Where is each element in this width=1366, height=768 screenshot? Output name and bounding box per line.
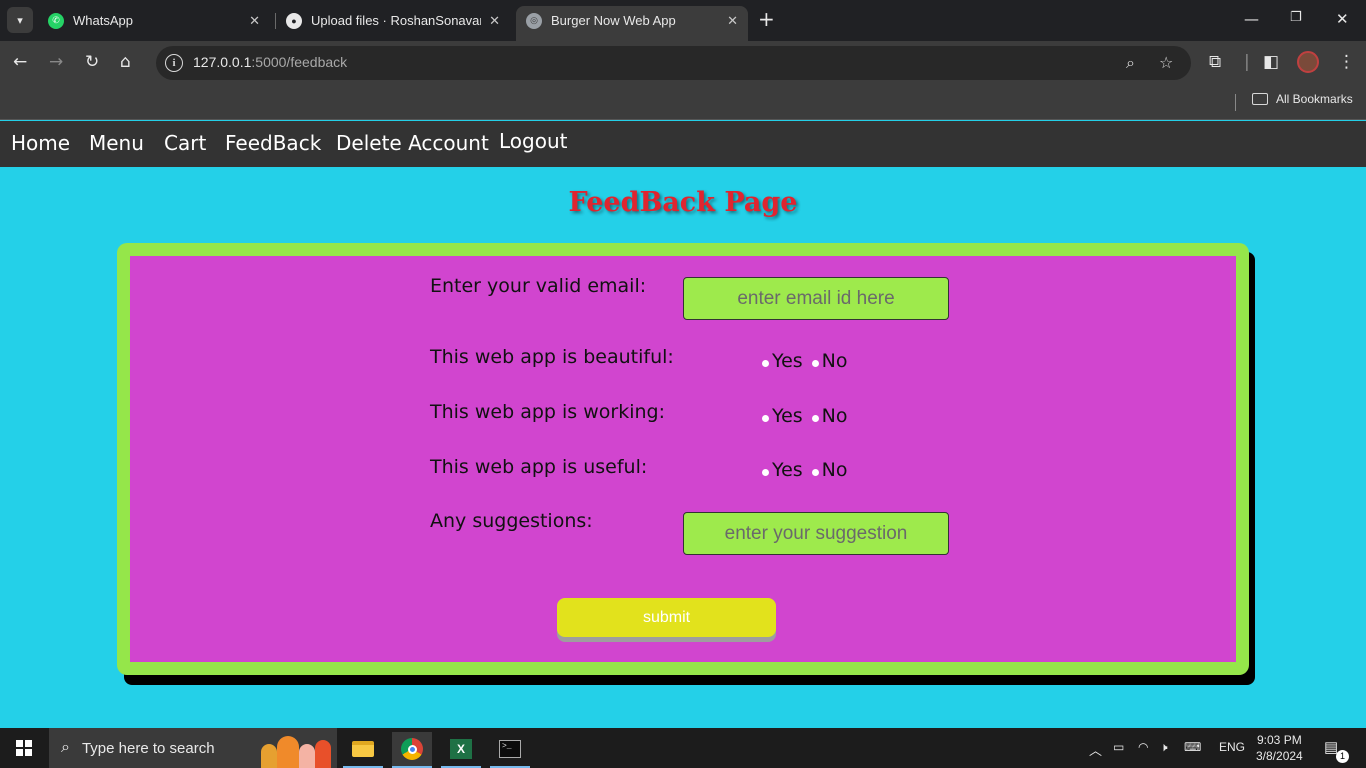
back-icon[interactable]: ← bbox=[13, 52, 27, 72]
minimize-icon[interactable]: — bbox=[1244, 10, 1259, 28]
windows-start-icon[interactable] bbox=[16, 740, 32, 756]
radio-label: No bbox=[821, 459, 848, 481]
menu-kebab-icon[interactable]: ⋮ bbox=[1338, 52, 1355, 72]
radio-dot[interactable] bbox=[762, 359, 769, 367]
beautiful-no-option[interactable]: No bbox=[811, 350, 848, 372]
radio-label: Yes bbox=[772, 405, 803, 427]
search-icon: ⌕ bbox=[61, 739, 70, 756]
radio-dot[interactable] bbox=[762, 468, 769, 476]
tab-whatsapp[interactable]: ✆ WhatsApp ✕ bbox=[38, 6, 270, 35]
excel-icon[interactable]: X bbox=[441, 732, 481, 768]
taskbar-search-label: Type here to search bbox=[81, 739, 215, 757]
notification-badge: 1 bbox=[1336, 750, 1349, 763]
suggestions-label: Any suggestions: bbox=[430, 510, 593, 532]
nav-feedback[interactable]: FeedBack bbox=[225, 131, 321, 155]
browser-tabstrip: ▾ ✆ WhatsApp ✕ ● Upload files · RoshanSo… bbox=[0, 0, 1366, 41]
beautiful-label: This web app is beautiful: bbox=[430, 346, 674, 368]
clock[interactable]: 9:03 PM 3/8/2024 bbox=[1256, 732, 1303, 764]
file-explorer-icon[interactable] bbox=[343, 732, 383, 768]
close-icon[interactable]: ✕ bbox=[249, 13, 260, 29]
feedback-card: Enter your valid email: This web app is … bbox=[117, 243, 1249, 675]
tab-label: Burger Now Web App bbox=[551, 13, 676, 28]
reload-icon[interactable]: ↻ bbox=[85, 52, 99, 72]
bookmarks-divider bbox=[1235, 94, 1236, 111]
battery-icon[interactable]: ▭ bbox=[1113, 740, 1124, 754]
nav-menu[interactable]: Menu bbox=[89, 131, 144, 155]
clock-date: 3/8/2024 bbox=[1256, 749, 1303, 763]
working-no-option[interactable]: No bbox=[811, 405, 848, 427]
submit-button[interactable]: submit bbox=[557, 598, 776, 637]
radio-label: No bbox=[821, 405, 848, 427]
globe-icon: ◎ bbox=[526, 12, 542, 29]
tab-github[interactable]: ● Upload files · RoshanSonavane/ ✕ bbox=[276, 6, 510, 35]
working-yes-option[interactable]: Yes bbox=[762, 405, 803, 427]
zoom-icon[interactable]: ⌕ bbox=[1126, 53, 1135, 73]
wifi-icon[interactable]: ◠ bbox=[1138, 740, 1148, 754]
email-field[interactable] bbox=[683, 277, 949, 320]
radio-dot[interactable] bbox=[762, 414, 769, 422]
radio-label: Yes bbox=[772, 350, 803, 372]
toolbar-divider: | bbox=[1244, 52, 1250, 72]
email-label: Enter your valid email: bbox=[430, 275, 647, 297]
terminal-icon[interactable]: >_ bbox=[490, 732, 530, 768]
bookmarks-bar: All Bookmarks bbox=[0, 85, 1366, 120]
tab-label: WhatsApp bbox=[73, 13, 133, 28]
nav-logout[interactable]: Logout bbox=[499, 129, 567, 153]
radio-dot[interactable] bbox=[811, 414, 819, 422]
working-label: This web app is working: bbox=[430, 401, 665, 423]
radio-label: No bbox=[821, 350, 848, 372]
nav-home[interactable]: Home bbox=[11, 131, 70, 155]
suggestion-field[interactable] bbox=[683, 512, 949, 555]
site-nav: Home Menu Cart FeedBack Delete Account L… bbox=[0, 121, 1366, 167]
tab-burger-now[interactable]: ◎ Burger Now Web App ✕ bbox=[516, 6, 748, 41]
clock-time: 9:03 PM bbox=[1257, 733, 1302, 747]
useful-no-option[interactable]: No bbox=[811, 459, 848, 481]
browser-toolbar: ← → ↻ ⌂ i 127.0.0.1:5000/feedback ⌕ ☆ ⧉ … bbox=[0, 41, 1366, 85]
tab-label: Upload files · RoshanSonavane/ bbox=[311, 13, 482, 28]
beautiful-radio-group: Yes No bbox=[762, 350, 857, 372]
feedback-form: Enter your valid email: This web app is … bbox=[130, 256, 1236, 662]
working-radio-group: Yes No bbox=[762, 405, 857, 427]
language-indicator[interactable]: ENG bbox=[1219, 740, 1245, 754]
beautiful-yes-option[interactable]: Yes bbox=[762, 350, 803, 372]
tab-search-button[interactable]: ▾ bbox=[7, 7, 33, 33]
site-info-icon[interactable]: i bbox=[165, 54, 183, 72]
radio-dot[interactable] bbox=[811, 468, 819, 476]
all-bookmarks-button[interactable]: All Bookmarks bbox=[1252, 92, 1353, 106]
forward-icon[interactable]: → bbox=[49, 52, 63, 72]
close-icon[interactable]: ✕ bbox=[489, 13, 500, 29]
star-icon[interactable]: ☆ bbox=[1159, 53, 1173, 72]
url-text[interactable]: 127.0.0.1:5000/feedback bbox=[193, 54, 347, 70]
side-panel-icon[interactable]: ◧ bbox=[1263, 52, 1279, 72]
profile-avatar[interactable] bbox=[1297, 51, 1319, 73]
keyboard-icon[interactable]: ⌨ bbox=[1184, 740, 1201, 754]
page-title: FeedBack Page bbox=[568, 187, 798, 218]
address-bar[interactable]: i 127.0.0.1:5000/feedback ⌕ ☆ bbox=[156, 46, 1191, 80]
volume-icon[interactable]: 🕨 bbox=[1160, 740, 1168, 755]
nav-cart[interactable]: Cart bbox=[164, 131, 206, 155]
radio-dot[interactable] bbox=[811, 359, 819, 367]
taskbar: ⌕ Type here to search X >_ ︿ ▭ ◠ 🕨 ⌨ ENG… bbox=[0, 728, 1366, 768]
radio-label: Yes bbox=[772, 459, 803, 481]
chrome-icon[interactable] bbox=[392, 732, 432, 768]
home-icon[interactable]: ⌂ bbox=[120, 52, 131, 72]
window-close-icon[interactable]: ✕ bbox=[1336, 10, 1349, 28]
search-highlight-illustration bbox=[257, 734, 333, 768]
all-bookmarks-label: All Bookmarks bbox=[1276, 92, 1353, 106]
useful-label: This web app is useful: bbox=[430, 456, 648, 478]
chevron-up-icon[interactable]: ︿ bbox=[1089, 740, 1102, 759]
github-icon: ● bbox=[286, 12, 302, 29]
restore-icon[interactable]: ❐ bbox=[1290, 10, 1302, 25]
close-icon[interactable]: ✕ bbox=[727, 13, 738, 29]
useful-yes-option[interactable]: Yes bbox=[762, 459, 803, 481]
folder-icon bbox=[1252, 93, 1268, 105]
new-tab-button[interactable]: + bbox=[758, 9, 775, 29]
useful-radio-group: Yes No bbox=[762, 459, 857, 481]
whatsapp-icon: ✆ bbox=[48, 12, 64, 29]
extensions-icon[interactable]: ⧉ bbox=[1209, 52, 1221, 72]
nav-delete-account[interactable]: Delete Account bbox=[336, 131, 489, 155]
taskbar-search[interactable]: ⌕ Type here to search bbox=[49, 728, 337, 768]
